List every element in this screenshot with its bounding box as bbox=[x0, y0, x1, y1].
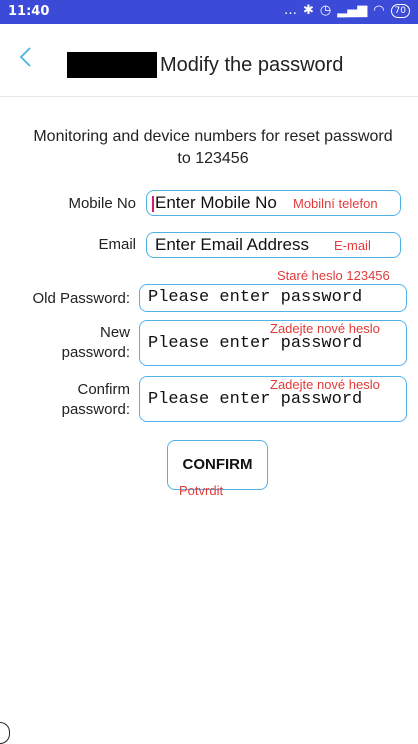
mobile-placeholder: Enter Mobile No bbox=[155, 193, 277, 212]
page-title: Modify the password bbox=[160, 54, 344, 76]
battery-icon: 70 bbox=[390, 3, 410, 18]
edge-mark bbox=[0, 722, 10, 744]
mobile-annotation: Mobilní telefon bbox=[293, 196, 378, 211]
old-password-field[interactable]: Please enter password bbox=[139, 284, 407, 312]
new-password-label-line1: New bbox=[99, 324, 130, 341]
new-password-placeholder: Please enter password bbox=[148, 334, 363, 353]
redacted-block bbox=[67, 52, 157, 78]
email-annotation: E-mail bbox=[334, 238, 371, 253]
confirm-password-placeholder: Please enter password bbox=[148, 390, 363, 409]
back-button[interactable] bbox=[12, 42, 38, 72]
new-password-label-line2: password: bbox=[61, 344, 130, 361]
text-cursor bbox=[152, 196, 154, 212]
status-time: 11:40 bbox=[8, 4, 50, 19]
signal-icon: ▂▄▆ bbox=[337, 3, 368, 18]
app-bar: Modify the password bbox=[0, 24, 418, 97]
bluetooth-icon: ✱ bbox=[302, 3, 314, 18]
confirm-password-annotation: Zadejte nové heslo bbox=[270, 377, 380, 392]
email-placeholder: Enter Email Address bbox=[155, 235, 310, 254]
confirm-annotation: Potvrdit bbox=[179, 483, 224, 498]
reset-description: Monitoring and device numbers for reset … bbox=[33, 128, 393, 167]
chevron-left-icon bbox=[19, 47, 31, 67]
confirm-password-label-line2: password: bbox=[61, 401, 130, 418]
mobile-label: Mobile No bbox=[68, 195, 136, 212]
confirm-password-label: Confirm password: bbox=[8, 380, 130, 420]
old-password-placeholder: Please enter password bbox=[148, 288, 363, 307]
more-dots-icon: … bbox=[283, 3, 297, 18]
wifi-icon: ◠ bbox=[373, 3, 385, 18]
new-password-annotation: Zadejte nové heslo bbox=[270, 321, 380, 336]
status-icons: … ✱ ◷ ▂▄▆ ◠ 70 bbox=[284, 3, 410, 18]
old-password-label: Old Password: bbox=[32, 290, 130, 307]
status-bar: 11:40 … ✱ ◷ ▂▄▆ ◠ 70 bbox=[0, 0, 418, 24]
new-password-label: New password: bbox=[8, 323, 130, 363]
email-label: Email bbox=[98, 236, 136, 253]
confirm-password-label-line1: Confirm bbox=[77, 381, 130, 398]
alarm-icon: ◷ bbox=[319, 3, 332, 18]
old-password-annotation: Staré heslo 123456 bbox=[277, 268, 390, 283]
